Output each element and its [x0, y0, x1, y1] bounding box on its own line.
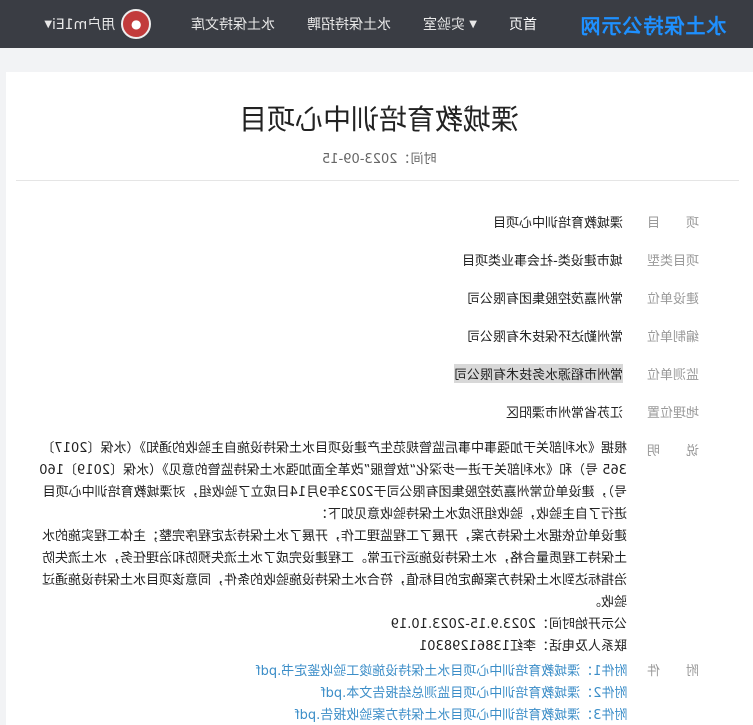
nav-recruitment-label: 水土保持招聘: [307, 17, 392, 33]
description-text: 根据《水利部关于加强事中事后监管规范生产建设项目水土保持设施自主验收的通知》（水…: [37, 438, 627, 658]
field-value: 城市建设类-社会事业类项目: [462, 254, 623, 269]
field-row-project: 项 目 溧城教育培训中心项目: [493, 212, 703, 231]
field-label: 项 目: [647, 216, 700, 231]
article-card: 溧城教育培训中心项目 时间：2023-09-15 项 目 溧城教育培训中心项目 …: [6, 72, 753, 725]
attachment-link[interactable]: 附件3：溧城教育培训中心项目水土保持方案验收报告.pdf: [295, 704, 627, 723]
page-title: 溧城教育培训中心项目: [239, 103, 520, 136]
chevron-down-icon: ▼: [44, 18, 53, 30]
field-label: 项目类型: [647, 254, 700, 269]
user-menu[interactable]: ● 用户m1Ei ▼: [42, 9, 157, 39]
field-value: 常州市稻源水务技术有限公司: [453, 364, 623, 383]
avatar[interactable]: ●: [121, 9, 152, 39]
chevron-down-icon: ▼: [469, 18, 477, 30]
field-label: 说 明: [647, 444, 700, 459]
field-row-builder: 建设单位 常州嘉茂控股集团有限公司: [467, 288, 703, 307]
nav-lab[interactable]: 实验室 ▼: [407, 0, 493, 48]
field-row-location: 地理位置 江苏省常州市溧阳区: [506, 402, 703, 421]
top-navbar: 水土保持公示网 首页 实验室 ▼ 水土保持招聘 水土保持文库 ● 用户m1Ei ▼: [0, 0, 753, 48]
field-row-compiler: 编制单位 常州勤达环保技术有限公司: [467, 326, 703, 345]
publish-time: 时间：2023-09-15: [322, 152, 437, 167]
nav-recruitment[interactable]: 水土保持招聘: [291, 0, 407, 48]
nav-home[interactable]: 首页: [493, 0, 553, 48]
paragraph: 建设单位依据水土保持方案，开展了工程监理工作，开展了水土保持法定程序完整；主体工…: [41, 529, 627, 610]
attachment-link[interactable]: 附件1：溧城教育培训中心项目水土保持设施竣工验收鉴定书.pdf: [256, 660, 627, 679]
field-value: 常州勤达环保技术有限公司: [466, 330, 623, 345]
divider: [16, 180, 739, 181]
field-label: 地理位置: [647, 406, 700, 421]
field-label: 附 件: [647, 664, 700, 679]
field-label: 监测单位: [647, 368, 700, 383]
field-value: 江苏省常州市溧阳区: [505, 406, 623, 421]
attachment-link[interactable]: 附件2：溧城教育培训中心项目监测总结报告文本.pdf: [321, 682, 627, 701]
field-value: 常州嘉茂控股集团有限公司: [466, 292, 623, 307]
description-label-row: 说 明: [623, 440, 703, 459]
nav-home-label: 首页: [509, 17, 537, 33]
nav-library[interactable]: 水土保持文库: [175, 0, 291, 48]
main-nav: 首页 实验室 ▼ 水土保持招聘 水土保持文库: [175, 0, 553, 48]
field-row-monitor: 监测单位 常州市稻源水务技术有限公司: [453, 364, 703, 383]
field-label: 建设单位: [647, 292, 700, 307]
nav-library-label: 水土保持文库: [191, 17, 276, 33]
nav-lab-label: 实验室: [423, 17, 466, 33]
paragraph: 公示开始时间：2023.9.15-2023.10.19: [390, 617, 627, 632]
paragraph: 根据《水利部关于加强事中事后监管规范生产建设项目水土保持设施自主验收的通知》（水…: [39, 441, 627, 522]
user-name: 用户m1Ei: [52, 17, 116, 33]
field-row-type: 项目类型 城市建设类-社会事业类项目: [462, 250, 703, 269]
field-value: 溧城教育培训中心项目: [492, 216, 623, 231]
attachments-label-row: 附 件: [623, 660, 703, 679]
site-logo[interactable]: 水土保持公示网: [553, 0, 753, 48]
field-label: 编制单位: [647, 330, 700, 345]
paragraph: 联系人及电话：李红13861298301: [419, 639, 627, 654]
